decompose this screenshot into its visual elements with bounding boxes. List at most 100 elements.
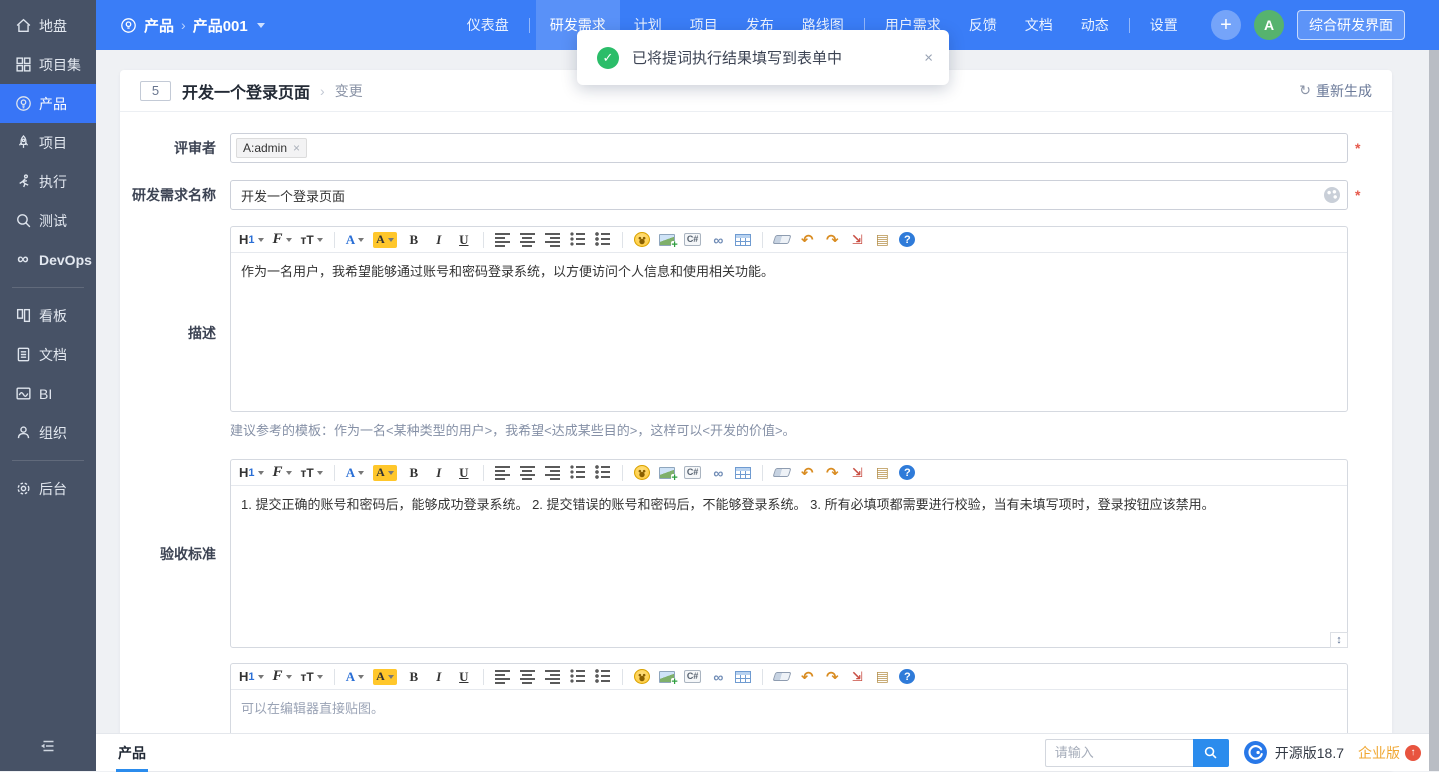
align-right-icon[interactable] <box>545 669 561 684</box>
background-color-icon[interactable]: A <box>373 465 397 481</box>
redo-icon[interactable]: ↷ <box>824 232 840 248</box>
story-name-input[interactable] <box>230 180 1348 210</box>
breadcrumb-current[interactable]: 产品001 <box>193 15 248 36</box>
sidebar-collapse-button[interactable] <box>0 733 96 763</box>
toast-close-icon[interactable]: × <box>924 50 933 65</box>
underline-icon[interactable]: U <box>456 669 472 685</box>
search-input[interactable] <box>1045 739 1193 767</box>
emoticons-icon[interactable] <box>634 465 650 480</box>
sidebar-item-execution[interactable]: 执行 <box>0 162 96 201</box>
align-center-icon[interactable] <box>520 465 536 480</box>
sidebar-item-devops[interactable]: ∞ DevOps <box>0 240 96 279</box>
redo-icon[interactable]: ↷ <box>824 669 840 685</box>
insert-table-icon[interactable] <box>735 671 751 683</box>
font-size-icon[interactable]: тT <box>301 465 323 481</box>
align-left-icon[interactable] <box>495 465 511 480</box>
italic-icon[interactable]: I <box>431 465 447 481</box>
align-center-icon[interactable] <box>520 669 536 684</box>
insert-link-icon[interactable]: ∞ <box>710 232 726 248</box>
create-button[interactable]: + <box>1211 10 1241 40</box>
underline-icon[interactable]: U <box>456 465 472 481</box>
bold-icon[interactable]: B <box>406 465 422 481</box>
workbench-button[interactable]: 综合研发界面 <box>1297 10 1405 40</box>
remove-format-icon[interactable] <box>773 672 792 681</box>
italic-icon[interactable]: I <box>431 669 447 685</box>
heading-icon[interactable]: H1 <box>239 465 264 481</box>
ordered-list-icon[interactable] <box>570 669 586 684</box>
code-block-icon[interactable]: C# <box>684 466 702 479</box>
remove-format-icon[interactable] <box>773 235 792 244</box>
paste-text-icon[interactable]: ▤ <box>874 465 890 481</box>
ordered-list-icon[interactable] <box>570 232 586 247</box>
bold-icon[interactable]: B <box>406 232 422 248</box>
heading-icon[interactable]: H1 <box>239 669 264 685</box>
undo-icon[interactable]: ↶ <box>799 465 815 481</box>
help-icon[interactable]: ? <box>899 465 915 480</box>
insert-image-icon[interactable] <box>659 671 675 683</box>
sidebar-item-project[interactable]: 项目 <box>0 123 96 162</box>
italic-icon[interactable]: I <box>431 232 447 248</box>
help-icon[interactable]: ? <box>899 232 915 247</box>
chevron-down-icon[interactable] <box>257 23 265 28</box>
nav-tab-dashboard[interactable]: 仪表盘 <box>453 0 523 50</box>
align-left-icon[interactable] <box>495 232 511 247</box>
code-block-icon[interactable]: C# <box>684 233 702 246</box>
tag-remove-icon[interactable]: × <box>293 142 300 154</box>
sidebar-item-kanban[interactable]: 看板 <box>0 296 96 335</box>
emoticons-icon[interactable] <box>634 669 650 684</box>
code-block-icon[interactable]: C# <box>684 670 702 683</box>
nav-tab-feedback[interactable]: 反馈 <box>955 0 1011 50</box>
sidebar-item-product[interactable]: 产品 <box>0 84 96 123</box>
description-editor-body[interactable]: 作为一名用户，我希望能够通过账号和密码登录系统，以方便访问个人信息和使用相关功能… <box>231 253 1347 411</box>
sidebar-item-home[interactable]: 地盘 <box>0 6 96 45</box>
avatar[interactable]: A <box>1254 10 1284 40</box>
align-left-icon[interactable] <box>495 669 511 684</box>
upgrade-link[interactable]: 企业版 ↑ <box>1358 743 1421 763</box>
remove-format-icon[interactable] <box>773 468 792 477</box>
insert-link-icon[interactable]: ∞ <box>710 465 726 481</box>
scrollbar-thumb[interactable] <box>1429 50 1439 771</box>
fullscreen-icon[interactable]: ⇲ <box>849 669 865 685</box>
sidebar-item-org[interactable]: 组织 <box>0 413 96 452</box>
breadcrumb[interactable]: 产品 › 产品001 <box>120 15 265 36</box>
reviewer-input[interactable]: A:admin × <box>230 133 1348 163</box>
fullscreen-icon[interactable]: ⇲ <box>849 232 865 248</box>
font-size-icon[interactable]: тT <box>301 669 323 685</box>
paste-text-icon[interactable]: ▤ <box>874 232 890 248</box>
search-button[interactable] <box>1193 739 1229 767</box>
sidebar-item-admin[interactable]: 后台 <box>0 469 96 508</box>
font-family-icon[interactable]: F <box>273 232 292 248</box>
insert-image-icon[interactable] <box>659 467 675 479</box>
font-color-icon[interactable]: A <box>346 465 364 481</box>
align-right-icon[interactable] <box>545 232 561 247</box>
footer-tab-product[interactable]: 产品 <box>116 734 148 772</box>
undo-icon[interactable]: ↶ <box>799 669 815 685</box>
acceptance-editor-body[interactable]: 1. 提交正确的账号和密码后，能够成功登录系统。 2. 提交错误的账号和密码后，… <box>241 497 1215 512</box>
sidebar-item-bi[interactable]: BI <box>0 374 96 413</box>
undo-icon[interactable]: ↶ <box>799 232 815 248</box>
sidebar-item-program[interactable]: 项目集 <box>0 45 96 84</box>
background-color-icon[interactable]: A <box>373 232 397 248</box>
font-color-icon[interactable]: A <box>346 232 364 248</box>
ordered-list-icon[interactable] <box>570 465 586 480</box>
redo-icon[interactable]: ↷ <box>824 465 840 481</box>
unordered-list-icon[interactable] <box>595 669 611 684</box>
unordered-list-icon[interactable] <box>595 232 611 247</box>
font-family-icon[interactable]: F <box>273 669 292 685</box>
regenerate-button[interactable]: ↻ 重新生成 <box>1299 81 1372 101</box>
nav-tab-dynamic[interactable]: 动态 <box>1067 0 1123 50</box>
fullscreen-icon[interactable]: ⇲ <box>849 465 865 481</box>
background-color-icon[interactable]: A <box>373 669 397 685</box>
unordered-list-icon[interactable] <box>595 465 611 480</box>
font-color-icon[interactable]: A <box>346 669 364 685</box>
help-icon[interactable]: ? <box>899 669 915 684</box>
sidebar-item-test[interactable]: 测试 <box>0 201 96 240</box>
font-family-icon[interactable]: F <box>273 465 292 481</box>
brand[interactable]: 开源版18.7 <box>1243 740 1344 765</box>
palette-icon[interactable] <box>1324 187 1340 203</box>
resize-handle[interactable]: ↕ <box>1330 632 1348 648</box>
bold-icon[interactable]: B <box>406 669 422 685</box>
nav-tab-doc[interactable]: 文档 <box>1011 0 1067 50</box>
breadcrumb-section[interactable]: 产品 <box>144 15 174 36</box>
nav-tab-settings[interactable]: 设置 <box>1136 0 1192 50</box>
